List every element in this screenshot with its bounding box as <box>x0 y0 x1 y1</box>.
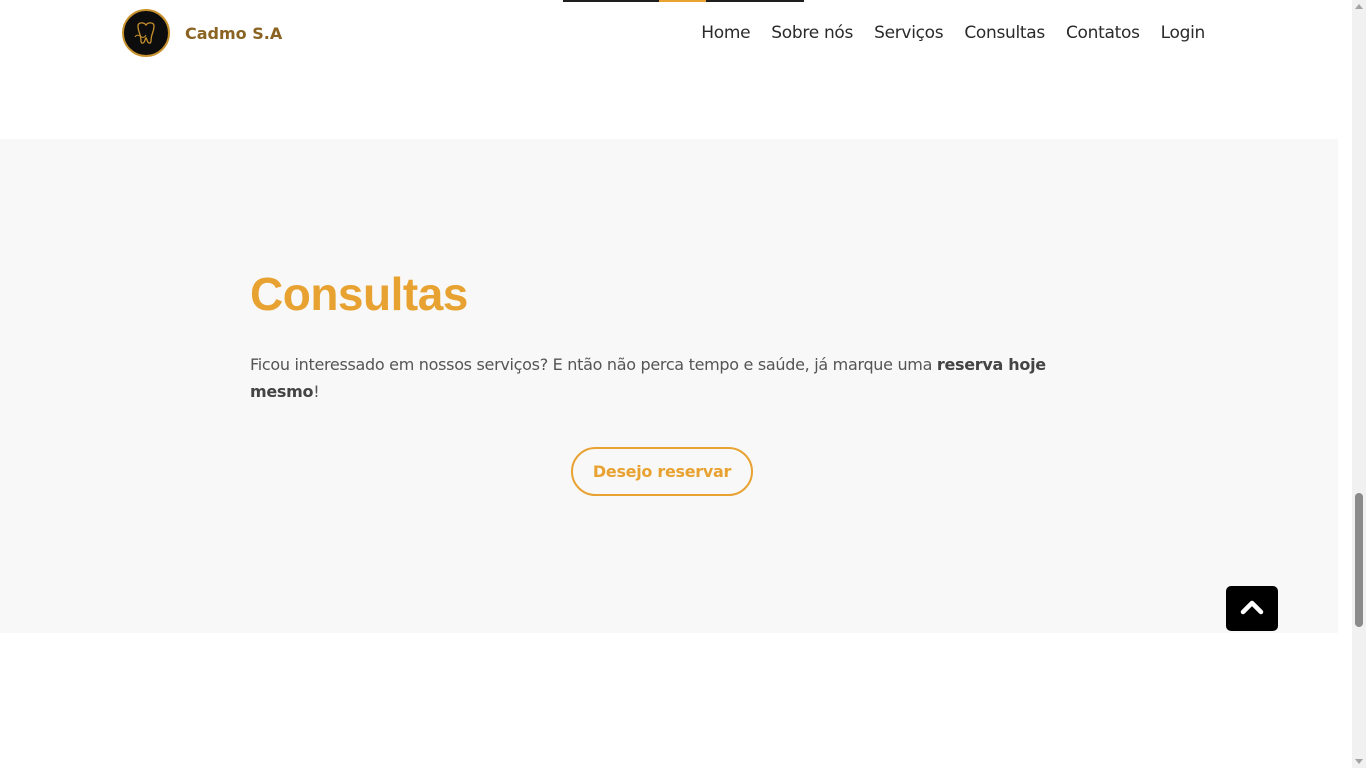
scroll-down-arrow-icon[interactable] <box>1355 759 1363 764</box>
chevron-up-icon <box>1240 599 1264 619</box>
nav-item-login: Login <box>1161 23 1206 43</box>
tooth-logo-icon <box>122 9 170 57</box>
main-nav: Home Sobre nós Serviços Consultas Contat… <box>701 20 1205 46</box>
nav-item-contatos: Contatos <box>1066 23 1140 43</box>
brand-name: Cadmo S.A <box>185 23 283 43</box>
reserve-button[interactable]: Desejo reservar <box>571 447 753 496</box>
nav-item-sobre: Sobre nós <box>771 23 853 43</box>
nav-link-contatos[interactable]: Contatos <box>1066 23 1140 43</box>
section-description: Ficou interessado em nossos serviços? E … <box>250 351 1090 405</box>
description-text: Ficou interessado em nossos serviços? E … <box>250 355 937 374</box>
top-progress-accent <box>659 0 706 2</box>
brand-link[interactable]: Cadmo S.A <box>122 8 282 58</box>
scroll-up-arrow-icon[interactable] <box>1355 4 1363 9</box>
nav-link-consultas[interactable]: Consultas <box>964 23 1045 43</box>
nav-item-servicos: Serviços <box>874 23 944 43</box>
nav-link-servicos[interactable]: Serviços <box>874 23 944 43</box>
back-to-top-button[interactable] <box>1226 586 1278 631</box>
section-title: Consultas <box>250 268 468 320</box>
nav-item-consultas: Consultas <box>964 23 1045 43</box>
nav-link-login[interactable]: Login <box>1161 23 1206 43</box>
consultas-section: Consultas Ficou interessado em nossos se… <box>0 139 1338 633</box>
top-navbar: Cadmo S.A Home Sobre nós Serviços Consul… <box>0 0 1352 66</box>
nav-item-home: Home <box>701 23 750 43</box>
nav-link-sobre-nos[interactable]: Sobre nós <box>771 23 853 43</box>
description-end: ! <box>313 382 320 401</box>
page-scrollbar[interactable] <box>1352 0 1366 768</box>
scroll-thumb[interactable] <box>1355 493 1363 627</box>
nav-link-home[interactable]: Home <box>701 23 750 43</box>
